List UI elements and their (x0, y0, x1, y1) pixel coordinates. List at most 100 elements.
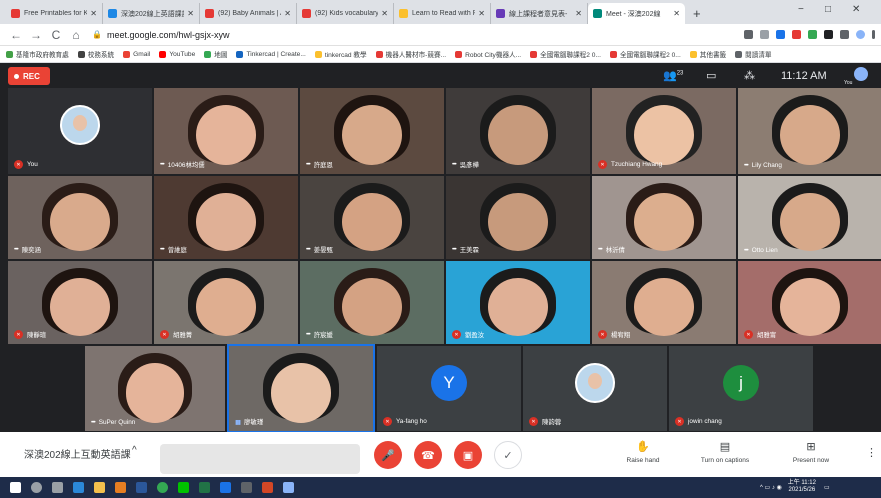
tray-icons[interactable]: ^ ▭ ♪ ◉ (760, 484, 782, 491)
browser-tab[interactable]: Free Printables for Kid ✕ (6, 3, 103, 24)
extension-icon[interactable] (792, 30, 801, 39)
app3-icon[interactable] (241, 482, 252, 493)
line-icon[interactable] (178, 482, 189, 493)
notification-icon[interactable]: ▭ (824, 484, 830, 491)
bookmark-item[interactable]: 機器人醫材市-競賽... (375, 49, 446, 59)
bookmark-item[interactable]: 地圖 (204, 49, 227, 59)
file-explorer-icon[interactable] (94, 482, 105, 493)
menu-kebab-icon[interactable] (872, 30, 875, 39)
tab-close-icon[interactable]: ✕ (575, 9, 582, 18)
participant-tile[interactable]: ••• 王美霖 (446, 176, 590, 259)
tab-close-icon[interactable]: ✕ (90, 9, 97, 18)
bookmark-item[interactable]: Gmail (123, 50, 150, 58)
participant-tile[interactable]: ✕ You (8, 88, 152, 174)
participant-tile[interactable]: ✕ 劉盈汝 (446, 261, 590, 344)
extension-translate-icon[interactable] (776, 30, 785, 39)
participant-tile[interactable]: ✕ 楊宥翔 (592, 261, 736, 344)
close-window-button[interactable]: ✕ (852, 4, 860, 15)
tab-close-icon[interactable]: ✕ (673, 9, 680, 18)
start-icon[interactable] (10, 482, 21, 493)
participant-tile[interactable]: Y ✕ Ya-fang ho (377, 346, 521, 431)
browser-tab[interactable]: 深澳202線上英語課課訊✕ (103, 3, 200, 24)
tab-close-icon[interactable]: ✕ (187, 9, 194, 18)
participant-tile[interactable]: ••• 吳彥樺 (446, 88, 590, 174)
more-options-check-button[interactable]: ✓ (494, 441, 522, 469)
participant-name: 王美霖 (459, 247, 479, 254)
app-icon[interactable] (115, 482, 126, 493)
extension-calendar-icon[interactable] (808, 30, 817, 39)
edge-icon[interactable] (73, 482, 84, 493)
minimize-button[interactable]: − (798, 4, 804, 15)
camera-icon[interactable] (744, 30, 753, 39)
maximize-button[interactable]: □ (825, 4, 831, 15)
chrome-icon[interactable] (157, 482, 168, 493)
reading-list-icon[interactable] (840, 30, 849, 39)
app2-icon[interactable] (220, 482, 231, 493)
tab-close-icon[interactable]: ✕ (381, 9, 388, 18)
participant-tile[interactable]: ✕ 胡雅甯 (738, 261, 881, 344)
word-icon[interactable] (136, 482, 147, 493)
bookmark-item[interactable]: 閱讀清單 (735, 49, 772, 59)
browser-tab[interactable]: (92) Kids vocabulary - ✕ (297, 3, 394, 24)
star-icon[interactable] (760, 30, 769, 39)
browser-tab[interactable]: (92) Baby Animals | Ar ✕ (200, 3, 297, 24)
participant-tile[interactable]: ••• SuPer Quinn (85, 346, 225, 431)
bookmark-item[interactable]: 基隆市政府教育處 (6, 49, 69, 59)
tab-close-icon[interactable]: ✕ (284, 9, 291, 18)
task-view-icon[interactable] (52, 482, 63, 493)
powerpoint-icon[interactable] (262, 482, 273, 493)
bookmark-item[interactable]: tinkercad 教學 (314, 49, 367, 59)
activities-icon[interactable]: ⁂ (744, 69, 755, 82)
forward-icon[interactable]: → (26, 28, 46, 42)
participant-tile[interactable]: ••• 姜晏甄 (300, 176, 444, 259)
more-options-icon[interactable]: ⋮ (866, 446, 877, 459)
search-icon[interactable] (31, 482, 42, 493)
raise-hand-button[interactable]: ✋ Raise hand (608, 440, 678, 464)
home-icon[interactable]: ⌂ (66, 28, 86, 42)
lock-icon[interactable]: 🔒 (92, 30, 102, 39)
participant-tile[interactable]: ✕ 陳靜瑄 (8, 261, 152, 344)
participant-tile[interactable]: ••• Lily Chang (738, 88, 881, 174)
app4-icon[interactable] (283, 482, 294, 493)
participant-tile[interactable]: ✕ Tzuchiang Hwang (592, 88, 736, 174)
bookmark-item[interactable]: 全國電腦聯課程2 0... (530, 49, 601, 59)
url-field[interactable]: meet.google.com/hwl-gsjx-xyw (107, 30, 737, 40)
tray-clock[interactable]: 上午 11:12 2021/5/26 (788, 480, 816, 494)
participant-tile[interactable]: ••• 陳奕涵 (8, 176, 152, 259)
captions-button[interactable]: ▤ Turn on captions (690, 440, 760, 464)
participant-tile[interactable]: ••• 許宸媛 (300, 261, 444, 344)
browser-tab[interactable]: Learn to Read with Ph ✕ (394, 3, 491, 24)
participant-tile[interactable]: ••• 林沂倩 (592, 176, 736, 259)
participants-icon[interactable]: 👥23 (663, 69, 683, 82)
participant-tile[interactable]: ••• Otto Lien (738, 176, 881, 259)
participant-tile[interactable]: j ✕ jowin chang (669, 346, 813, 431)
profile-avatar-icon[interactable] (856, 30, 865, 39)
reload-icon[interactable]: C (46, 28, 66, 42)
participant-tile[interactable]: ✕ 胡雅菁 (154, 261, 298, 344)
meeting-details-caret-icon[interactable]: ^ (132, 445, 137, 456)
browser-tab[interactable]: 線上課程者意見表- ✕ (491, 3, 588, 24)
bookmark-item[interactable]: Robot City機器人... (455, 49, 521, 59)
tab-close-icon[interactable]: ✕ (478, 9, 485, 18)
bookmark-item[interactable]: 全國電腦聯課程2 0... (609, 49, 681, 59)
present-now-button[interactable]: ⊞ Present now (776, 440, 846, 464)
mic-toggle-button[interactable]: 🎤 (374, 441, 402, 469)
back-icon[interactable]: ← (6, 28, 26, 42)
participant-tile[interactable]: ••• 曾維庭 (154, 176, 298, 259)
leave-call-button[interactable]: ☎ (414, 441, 442, 469)
bookmark-item[interactable]: YouTube (159, 50, 195, 58)
participant-tile[interactable]: ••• 10406林均儒 (154, 88, 298, 174)
camera-toggle-button[interactable]: ▣ (454, 441, 482, 469)
extension-puzzle-icon[interactable] (824, 30, 833, 39)
bookmark-item[interactable]: 校務系統 (77, 49, 114, 59)
participant-tile[interactable]: ✕ 陳韵蓉 (523, 346, 667, 431)
participant-tile[interactable]: ▮▮ 廖敏瑾 (227, 344, 375, 433)
participant-tile[interactable]: ••• 許庭恩 (300, 88, 444, 174)
browser-tab[interactable]: Meet - 深澳202線 ✕ (588, 3, 685, 24)
bookmark-item[interactable]: Tinkercad | Create... (236, 50, 306, 58)
bookmark-item[interactable]: 其他書籤 (689, 49, 726, 59)
self-avatar[interactable] (854, 67, 868, 81)
excel-icon[interactable] (199, 482, 210, 493)
chat-icon[interactable]: ▭ (706, 69, 716, 82)
new-tab-button[interactable]: + (693, 3, 701, 24)
